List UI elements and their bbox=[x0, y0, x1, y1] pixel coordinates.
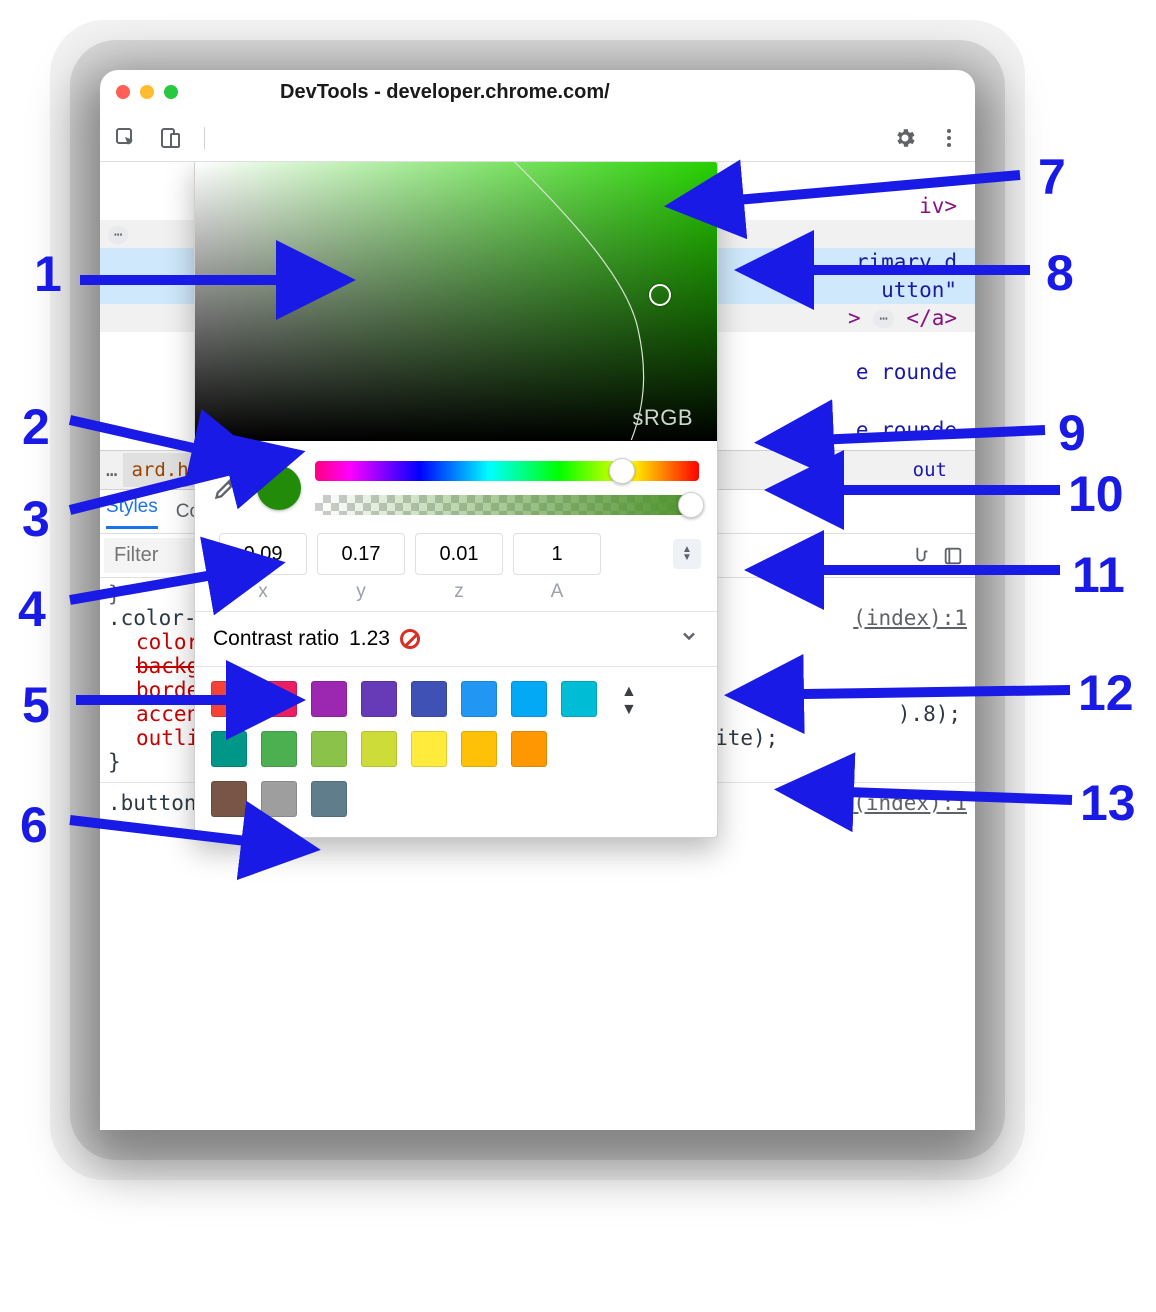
window-title: DevTools - developer.chrome.com/ bbox=[280, 81, 610, 104]
current-color-swatch[interactable] bbox=[257, 466, 301, 510]
toolbar bbox=[100, 114, 975, 162]
devtools-window: DevTools - developer.chrome.com/ iv> ⋯ r… bbox=[100, 70, 975, 1130]
palette-swatch[interactable] bbox=[261, 781, 297, 817]
callout-6: 6 bbox=[20, 796, 48, 854]
value-x[interactable] bbox=[219, 533, 307, 575]
callout-11: 11 bbox=[1072, 546, 1125, 604]
hue-thumb[interactable] bbox=[609, 458, 635, 484]
settings-gear-icon[interactable] bbox=[891, 124, 919, 152]
contrast-label: Contrast ratio bbox=[213, 627, 339, 651]
palette-swatch[interactable] bbox=[211, 731, 247, 767]
color-picker: sRGB x y z bbox=[194, 162, 718, 838]
palette-swatch[interactable] bbox=[211, 681, 247, 717]
hover-icon[interactable] bbox=[907, 542, 935, 570]
palette-swatch[interactable] bbox=[361, 731, 397, 767]
callout-4: 4 bbox=[18, 580, 46, 638]
chevron-down-icon[interactable] bbox=[679, 626, 699, 652]
callout-12: 12 bbox=[1078, 664, 1134, 722]
palette-swatch[interactable] bbox=[311, 731, 347, 767]
prop-value-tail: ).8); bbox=[898, 702, 967, 726]
value-y[interactable] bbox=[317, 533, 405, 575]
tab-styles[interactable]: Styles bbox=[106, 496, 158, 529]
palette-swatch[interactable] bbox=[511, 731, 547, 767]
picker-controls-row bbox=[195, 441, 717, 523]
palette-swatch[interactable] bbox=[411, 681, 447, 717]
device-toggle-icon[interactable] bbox=[156, 124, 184, 152]
contrast-value: 1.23 bbox=[349, 627, 390, 651]
color-values-row: x y z A ▲▼ bbox=[195, 523, 717, 611]
alpha-thumb[interactable] bbox=[678, 492, 704, 518]
rule-source-link[interactable]: (index):1 bbox=[853, 606, 967, 630]
palette-swatch[interactable] bbox=[261, 681, 297, 717]
palette-grid bbox=[211, 681, 597, 817]
spectrum-area[interactable]: sRGB bbox=[195, 162, 717, 441]
alpha-slider[interactable] bbox=[315, 495, 699, 515]
contrast-fail-icon bbox=[400, 629, 420, 649]
contrast-row[interactable]: Contrast ratio 1.23 bbox=[195, 611, 717, 667]
elements-panel: iv> ⋯ rimary d utton" > ⋯ </a> e rounde … bbox=[100, 162, 975, 1130]
format-switcher-icon[interactable]: ▲▼ bbox=[673, 539, 701, 569]
separator bbox=[204, 127, 205, 149]
hue-slider[interactable] bbox=[315, 461, 699, 481]
gamut-boundary-line bbox=[195, 162, 717, 440]
breadcrumb-trailing: out bbox=[913, 459, 947, 481]
callout-7: 7 bbox=[1038, 148, 1066, 206]
palette-swatch[interactable] bbox=[211, 781, 247, 817]
palette-switcher-icon[interactable]: ▲▼ bbox=[621, 683, 635, 817]
palette-swatch[interactable] bbox=[561, 681, 597, 717]
palette-swatch[interactable] bbox=[461, 681, 497, 717]
minimize-traffic-light[interactable] bbox=[140, 85, 154, 99]
palette-swatch[interactable] bbox=[411, 731, 447, 767]
close-traffic-light[interactable] bbox=[116, 85, 130, 99]
callout-5: 5 bbox=[22, 676, 50, 734]
palette-row: ▲▼ bbox=[195, 667, 717, 837]
inspect-element-icon[interactable] bbox=[112, 124, 140, 152]
palette-swatch[interactable] bbox=[461, 731, 497, 767]
traffic-lights bbox=[116, 85, 178, 99]
kebab-menu-icon[interactable] bbox=[935, 124, 963, 152]
palette-swatch[interactable] bbox=[311, 681, 347, 717]
ellipsis-badge-icon[interactable]: ⋯ bbox=[873, 310, 893, 328]
palette-swatch[interactable] bbox=[511, 681, 547, 717]
callout-13: 13 bbox=[1080, 774, 1136, 832]
spectrum-thumb[interactable] bbox=[649, 284, 671, 306]
rule-source-link[interactable]: (index):1 bbox=[853, 791, 967, 815]
callout-2: 2 bbox=[22, 398, 50, 456]
palette-swatch[interactable] bbox=[261, 731, 297, 767]
gamut-label: sRGB bbox=[632, 405, 693, 431]
eyedropper-icon[interactable] bbox=[213, 473, 243, 503]
titlebar: DevTools - developer.chrome.com/ bbox=[100, 70, 975, 114]
new-style-rule-icon[interactable] bbox=[939, 542, 967, 570]
value-a[interactable] bbox=[513, 533, 601, 575]
palette-swatch[interactable] bbox=[311, 781, 347, 817]
breadcrumb-ellipsis[interactable]: … bbox=[100, 459, 123, 481]
value-z[interactable] bbox=[415, 533, 503, 575]
zoom-traffic-light[interactable] bbox=[164, 85, 178, 99]
ellipsis-badge-icon[interactable]: ⋯ bbox=[108, 226, 128, 244]
callout-10: 10 bbox=[1068, 465, 1124, 523]
callout-1: 1 bbox=[34, 245, 62, 303]
callout-9: 9 bbox=[1058, 404, 1086, 462]
callout-3: 3 bbox=[22, 490, 50, 548]
palette-swatch[interactable] bbox=[361, 681, 397, 717]
callout-8: 8 bbox=[1046, 244, 1074, 302]
